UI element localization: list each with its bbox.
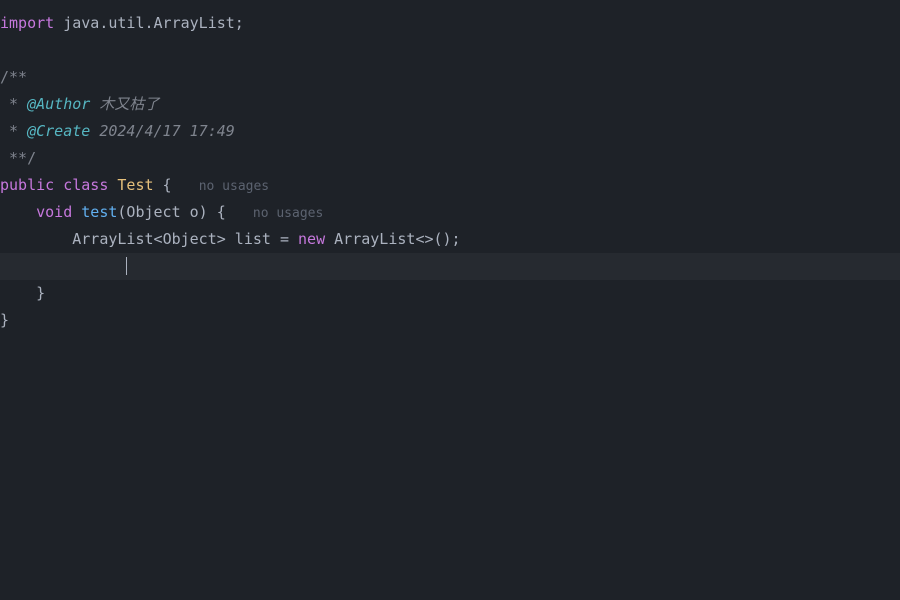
doc-star: * — [0, 122, 27, 140]
code-line-arraylist[interactable]: ArrayList<Object> list = new ArrayList<>… — [0, 226, 900, 253]
keyword-class: class — [63, 176, 108, 194]
text-cursor-icon — [126, 257, 127, 275]
code-line-brace-close-outer[interactable]: } — [0, 307, 900, 334]
ctor-arraylist: ArrayList — [325, 230, 415, 248]
class-name-test: Test — [117, 176, 153, 194]
var-list: list — [226, 230, 280, 248]
brace-close-inner: } — [0, 284, 45, 302]
type-arraylist: ArrayList — [72, 230, 153, 248]
code-line-method-decl[interactable]: void test(Object o) { no usages — [0, 199, 900, 226]
brace-close-outer: } — [0, 311, 9, 329]
code-line-class-decl[interactable]: public class Test { no usages — [0, 172, 900, 199]
method-params: (Object o) { — [117, 203, 225, 221]
generic-open: < — [154, 230, 163, 248]
code-line-brace-close-inner[interactable]: } — [0, 280, 900, 307]
ctor-generic-call: <>(); — [415, 230, 460, 248]
generic-type-object: Object — [163, 230, 217, 248]
keyword-void: void — [36, 203, 72, 221]
code-line-doc-close[interactable]: **/ — [0, 145, 900, 172]
inlay-hint-usages: no usages — [199, 179, 269, 194]
doc-comment-open: /** — [0, 68, 27, 86]
doc-author-value: 木又枯了 — [90, 95, 159, 113]
doc-comment-close: **/ — [0, 149, 36, 167]
keyword-new: new — [298, 230, 325, 248]
brace-open: { — [154, 176, 172, 194]
keyword-import: import — [0, 14, 54, 32]
doc-tag-author: @Author — [27, 95, 90, 113]
doc-create-value: 2024/4/17 17:49 — [90, 122, 235, 140]
generic-close: > — [217, 230, 226, 248]
doc-star: * — [0, 95, 27, 113]
method-name-test: test — [81, 203, 117, 221]
equals: = — [280, 230, 298, 248]
code-line-doc-author[interactable]: * @Author 木又枯了 — [0, 91, 900, 118]
code-line-blank[interactable] — [0, 37, 900, 64]
code-line-current[interactable] — [0, 253, 900, 280]
keyword-public: public — [0, 176, 54, 194]
import-path: java.util.ArrayList; — [54, 14, 244, 32]
inlay-hint-usages: no usages — [253, 206, 323, 221]
doc-tag-create: @Create — [27, 122, 90, 140]
code-line-doc-create[interactable]: * @Create 2024/4/17 17:49 — [0, 118, 900, 145]
code-line-import[interactable]: import java.util.ArrayList; — [0, 10, 900, 37]
code-line-doc-open[interactable]: /** — [0, 64, 900, 91]
